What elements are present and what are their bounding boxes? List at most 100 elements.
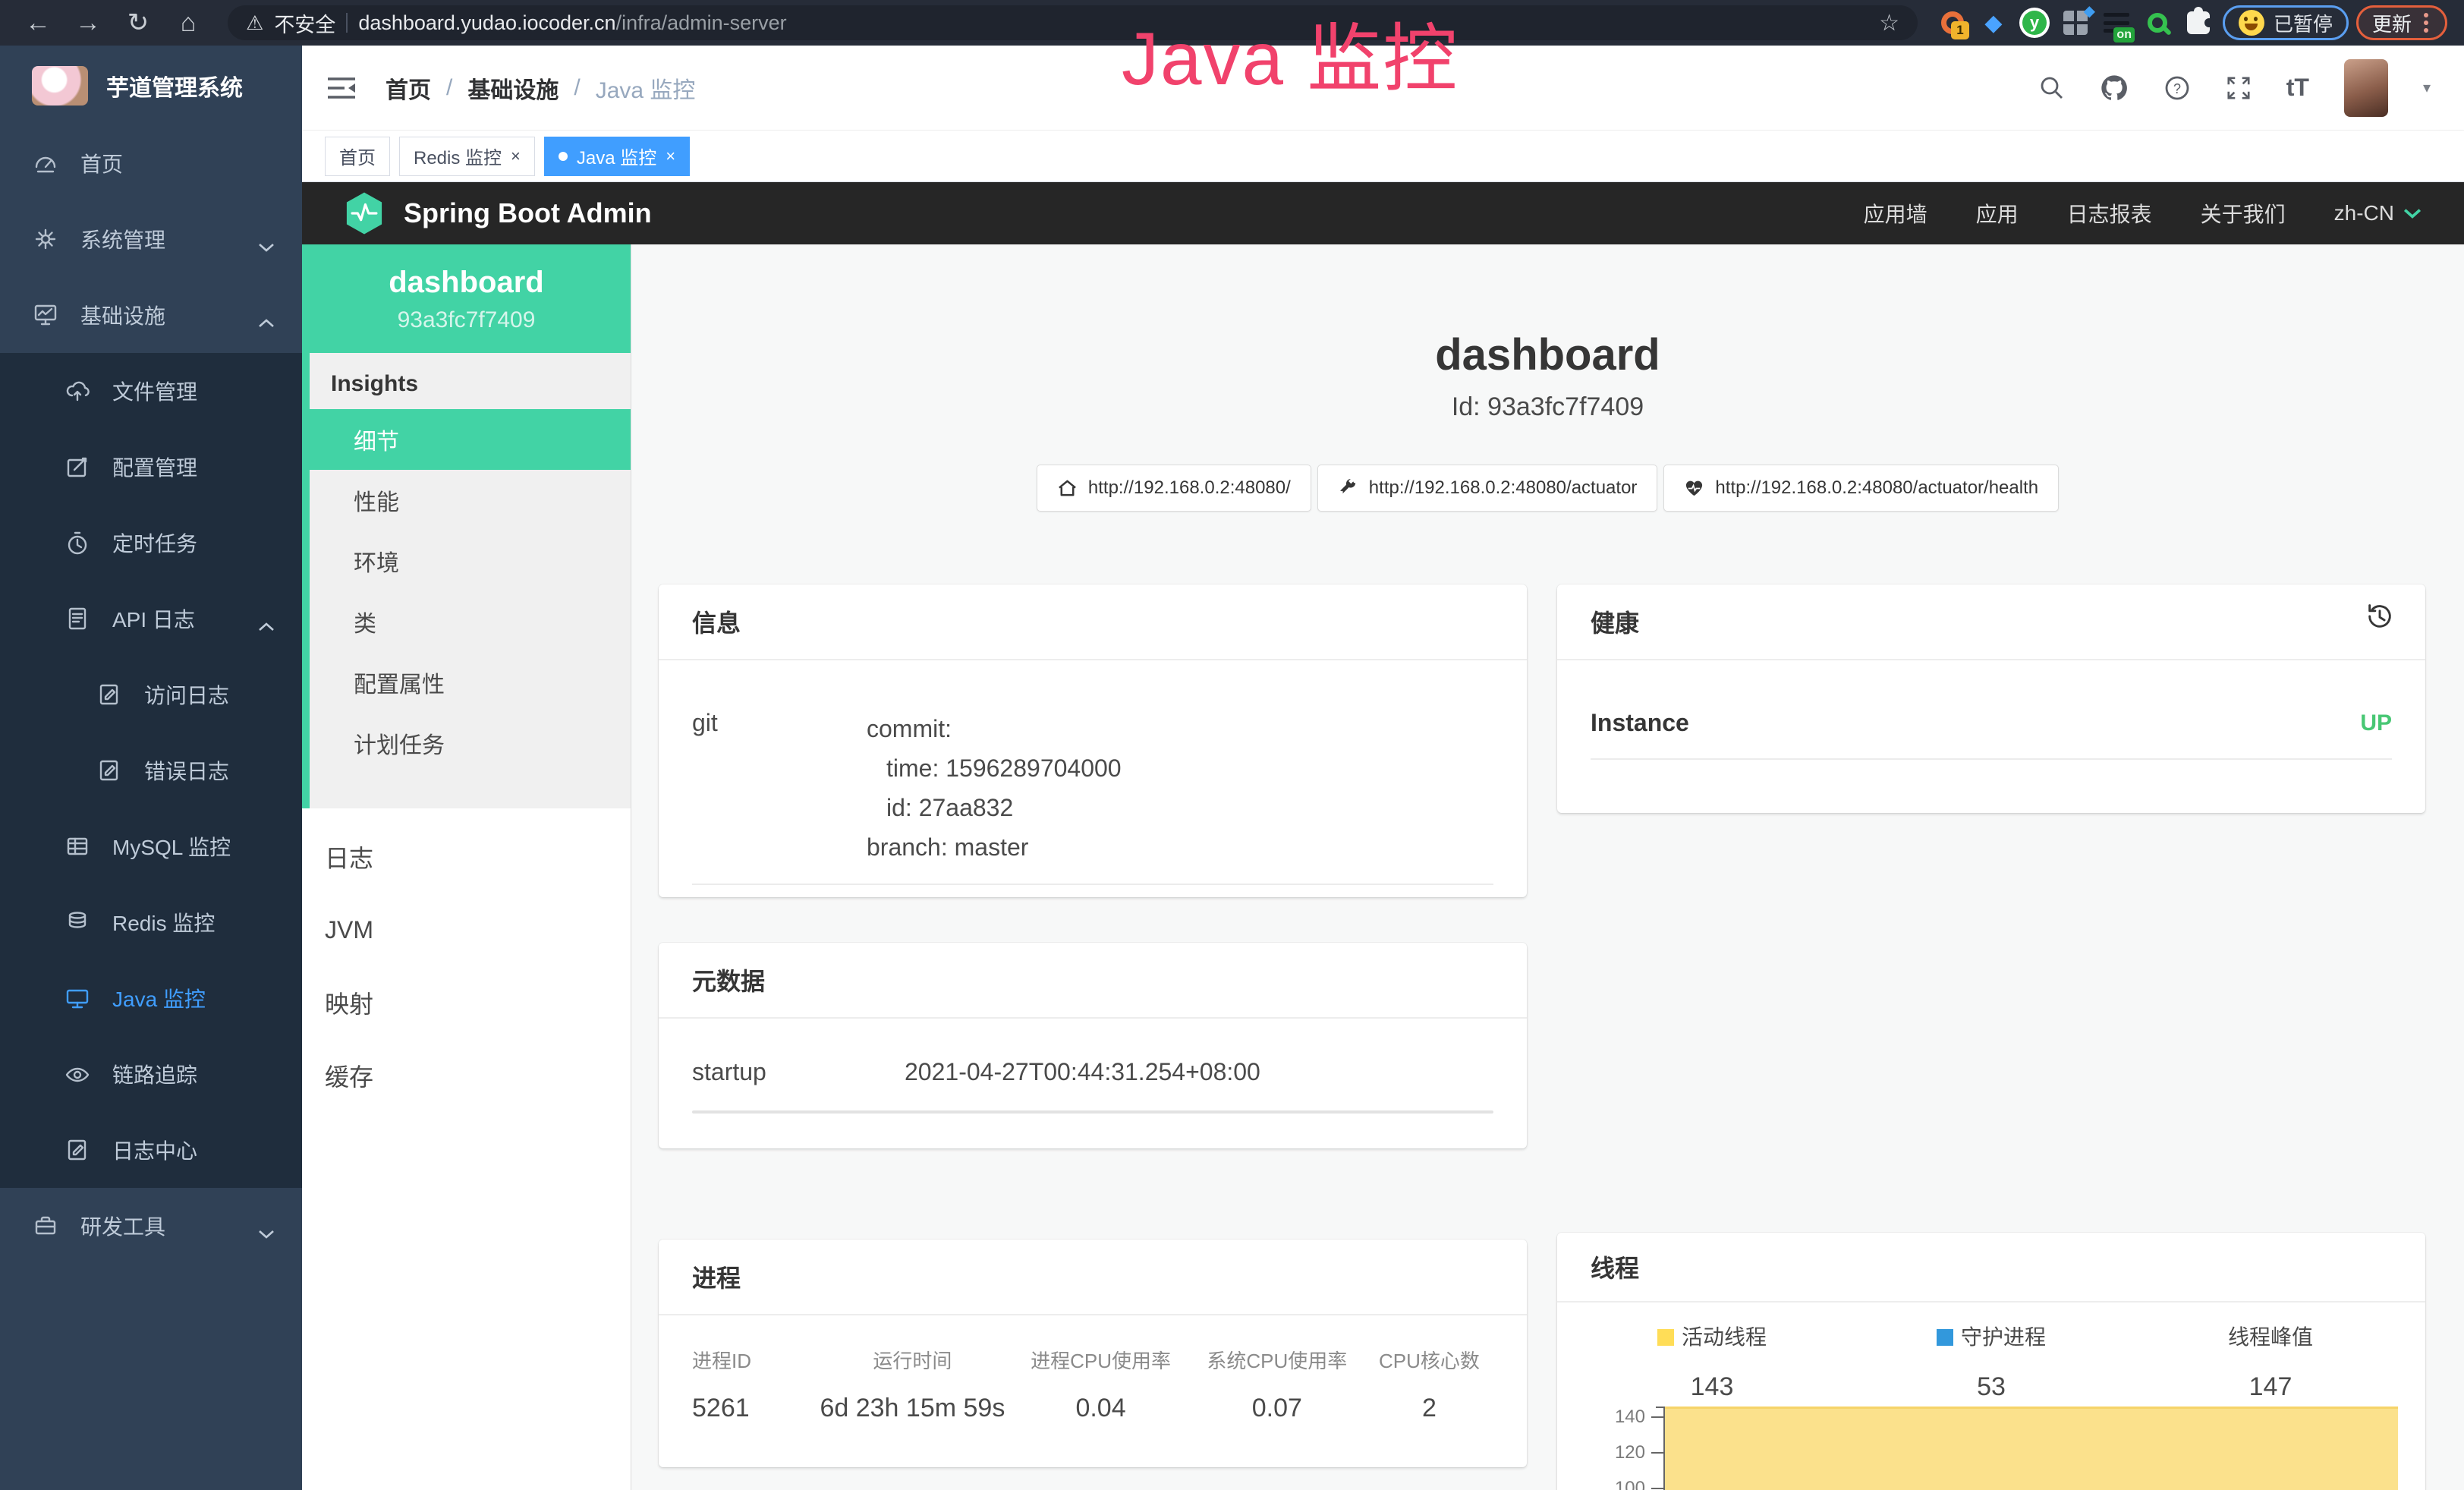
- extension-on-badge: on: [2113, 27, 2135, 43]
- live-threads-value: 143: [1572, 1372, 1852, 1402]
- browser-update-button[interactable]: 更新: [2356, 5, 2447, 40]
- tab-home[interactable]: 首页: [325, 137, 390, 176]
- insights-group-label: Insights: [310, 353, 631, 409]
- sidebar-item-mysql-monitor[interactable]: MySQL 监控: [0, 808, 302, 884]
- sidebar-item-java-monitor[interactable]: Java 监控: [0, 960, 302, 1036]
- browser-menu-dots-icon[interactable]: [2424, 20, 2428, 25]
- threads-card: 线程 活动线程 守护进程 线程峰值 143 53 147 140: [1557, 1233, 2425, 1490]
- extensions-puzzle-icon[interactable]: [2182, 6, 2215, 39]
- not-secure-warning-icon: ⚠: [246, 11, 263, 35]
- extension-pin-icon[interactable]: ◆: [1977, 6, 2010, 39]
- browser-home-icon[interactable]: ⌂: [167, 0, 209, 46]
- address-bar[interactable]: ⚠ 不安全 dashboard.yudao.iocoder.cn/infra/a…: [228, 5, 1918, 40]
- extension-orange-icon[interactable]: 1: [1936, 6, 1969, 39]
- sidebar-item-access-log[interactable]: 访问日志: [0, 657, 302, 732]
- sidebar-item-dev-tools[interactable]: 研发工具: [0, 1188, 302, 1264]
- navbar-actions: ? tT ▾: [2039, 59, 2464, 117]
- sba-menu-classes[interactable]: 类: [310, 591, 631, 652]
- process-card-title: 进程: [659, 1240, 1527, 1315]
- font-size-icon[interactable]: tT: [2286, 74, 2309, 102]
- sba-instance-header[interactable]: dashboard 93a3fc7f7409: [302, 244, 631, 353]
- health-row-label: Instance: [1591, 709, 1689, 737]
- sba-menu-logs[interactable]: 日志: [302, 821, 631, 893]
- extension-y-icon[interactable]: y: [2018, 6, 2051, 39]
- tab-java-monitor[interactable]: Java 监控×: [544, 137, 690, 176]
- profile-paused-chip[interactable]: 已暂停: [2223, 5, 2349, 40]
- sidebar-item-system[interactable]: 系统管理: [0, 201, 302, 277]
- fullscreen-icon[interactable]: [2226, 75, 2252, 101]
- timer-icon: [64, 529, 91, 556]
- health-instance-row: Instance UP: [1591, 709, 2392, 737]
- metadata-row-value: 2021-04-27T00:44:31.254+08:00: [905, 1058, 1260, 1086]
- sba-menu-environment[interactable]: 环境: [310, 531, 631, 591]
- tab-redis-monitor[interactable]: Redis 监控×: [399, 137, 535, 176]
- sba-content: dashboard Id: 93a3fc7f7409 http://192.16…: [631, 244, 2464, 1490]
- sba-brand[interactable]: Spring Boot Admin: [345, 191, 652, 235]
- sba-menu-details[interactable]: 细节: [310, 409, 631, 470]
- sba-menu-plain: 日志 JVM 映射 缓存: [302, 808, 631, 1112]
- profile-emoji-avatar: [2239, 10, 2264, 36]
- caret-down-icon[interactable]: ▾: [2423, 78, 2431, 97]
- search-icon[interactable]: [2039, 75, 2065, 101]
- breadcrumb-home[interactable]: 首页: [385, 71, 431, 105]
- sidebar-item-api-log[interactable]: API 日志: [0, 581, 302, 657]
- user-avatar[interactable]: [2344, 59, 2388, 117]
- bookmark-star-icon[interactable]: ☆: [1879, 10, 1899, 36]
- app-logo-row[interactable]: 芋道管理系统: [0, 46, 302, 125]
- sba-menu-config-props[interactable]: 配置属性: [310, 652, 631, 713]
- sba-menu-caches[interactable]: 缓存: [302, 1039, 631, 1112]
- legend-live-threads: 活动线程: [1572, 1321, 1852, 1351]
- actuator-url-button[interactable]: http://192.168.0.2:48080/actuator: [1317, 465, 1658, 512]
- edit-square-icon: [64, 453, 91, 480]
- github-icon[interactable]: [2100, 74, 2129, 102]
- svg-text:?: ?: [2173, 81, 2181, 96]
- y-axis-tick-label: 100: [1572, 1478, 1645, 1490]
- sba-menu-mappings[interactable]: 映射: [302, 966, 631, 1039]
- sidebar-item-error-log[interactable]: 错误日志: [0, 732, 302, 808]
- sba-menu-jvm[interactable]: JVM: [302, 893, 631, 966]
- service-url-button[interactable]: http://192.168.0.2:48080/: [1037, 465, 1311, 512]
- sba-nav-about[interactable]: 关于我们: [2201, 198, 2286, 228]
- sidebar-item-home[interactable]: 首页: [0, 125, 302, 201]
- close-icon[interactable]: ×: [511, 146, 521, 166]
- extension-search-icon[interactable]: [2141, 6, 2174, 39]
- row-divider: [1591, 758, 2392, 760]
- threads-card-title: 线程: [1557, 1233, 2425, 1303]
- sidebar-item-file-management[interactable]: 文件管理: [0, 353, 302, 429]
- browser-back-icon[interactable]: ←: [17, 0, 59, 46]
- sidebar-collapse-icon[interactable]: [325, 74, 358, 102]
- history-icon[interactable]: [2365, 601, 2395, 632]
- sba-menu-metrics[interactable]: 性能: [310, 470, 631, 531]
- process-value: 5261: [692, 1394, 812, 1423]
- sidebar-item-log-center[interactable]: 日志中心: [0, 1112, 302, 1188]
- health-url-button[interactable]: http://192.168.0.2:48080/actuator/health: [1663, 465, 2059, 512]
- y-axis-tick-label: 140: [1572, 1407, 1645, 1428]
- sidebar-item-config-management[interactable]: 配置管理: [0, 429, 302, 505]
- y-axis-tick: [1651, 1416, 1663, 1418]
- browser-forward-icon[interactable]: →: [67, 0, 109, 46]
- sba-nav-wallboard[interactable]: 应用墙: [1864, 198, 1927, 228]
- sba-nav-applications[interactable]: 应用: [1976, 198, 2019, 228]
- update-label: 更新: [2372, 9, 2412, 37]
- close-icon[interactable]: ×: [666, 146, 675, 166]
- sba-logo-icon: [345, 191, 384, 235]
- sidebar-item-redis-monitor[interactable]: Redis 监控: [0, 884, 302, 960]
- info-row-label: git: [692, 709, 867, 867]
- browser-reload-icon[interactable]: ↻: [117, 0, 159, 46]
- process-header: 系统CPU使用率: [1189, 1346, 1365, 1374]
- breadcrumb-infra[interactable]: 基础设施: [467, 71, 559, 105]
- extension-list-icon[interactable]: on: [2100, 6, 2133, 39]
- help-icon[interactable]: ?: [2163, 74, 2191, 102]
- cards-right-column: 健康 Instance UP 线程 活动线程: [1557, 584, 2425, 1490]
- sba-nav-journal[interactable]: 日志报表: [2067, 198, 2152, 228]
- sba-language-select[interactable]: zh-CN: [2334, 201, 2422, 225]
- extension-grid-icon[interactable]: ◆: [2059, 6, 2092, 39]
- process-header: 进程CPU使用率: [1012, 1346, 1188, 1374]
- breadcrumb-current: Java 监控: [596, 71, 696, 105]
- sidebar-item-scheduled-jobs[interactable]: 定时任务: [0, 505, 302, 581]
- url-divider: [346, 13, 348, 33]
- sba-menu-scheduled-tasks[interactable]: 计划任务: [310, 713, 631, 773]
- sidebar-item-infra[interactable]: 基础设施: [0, 277, 302, 353]
- chevron-down-icon: [258, 234, 275, 244]
- sidebar-item-tracing[interactable]: 链路追踪: [0, 1036, 302, 1112]
